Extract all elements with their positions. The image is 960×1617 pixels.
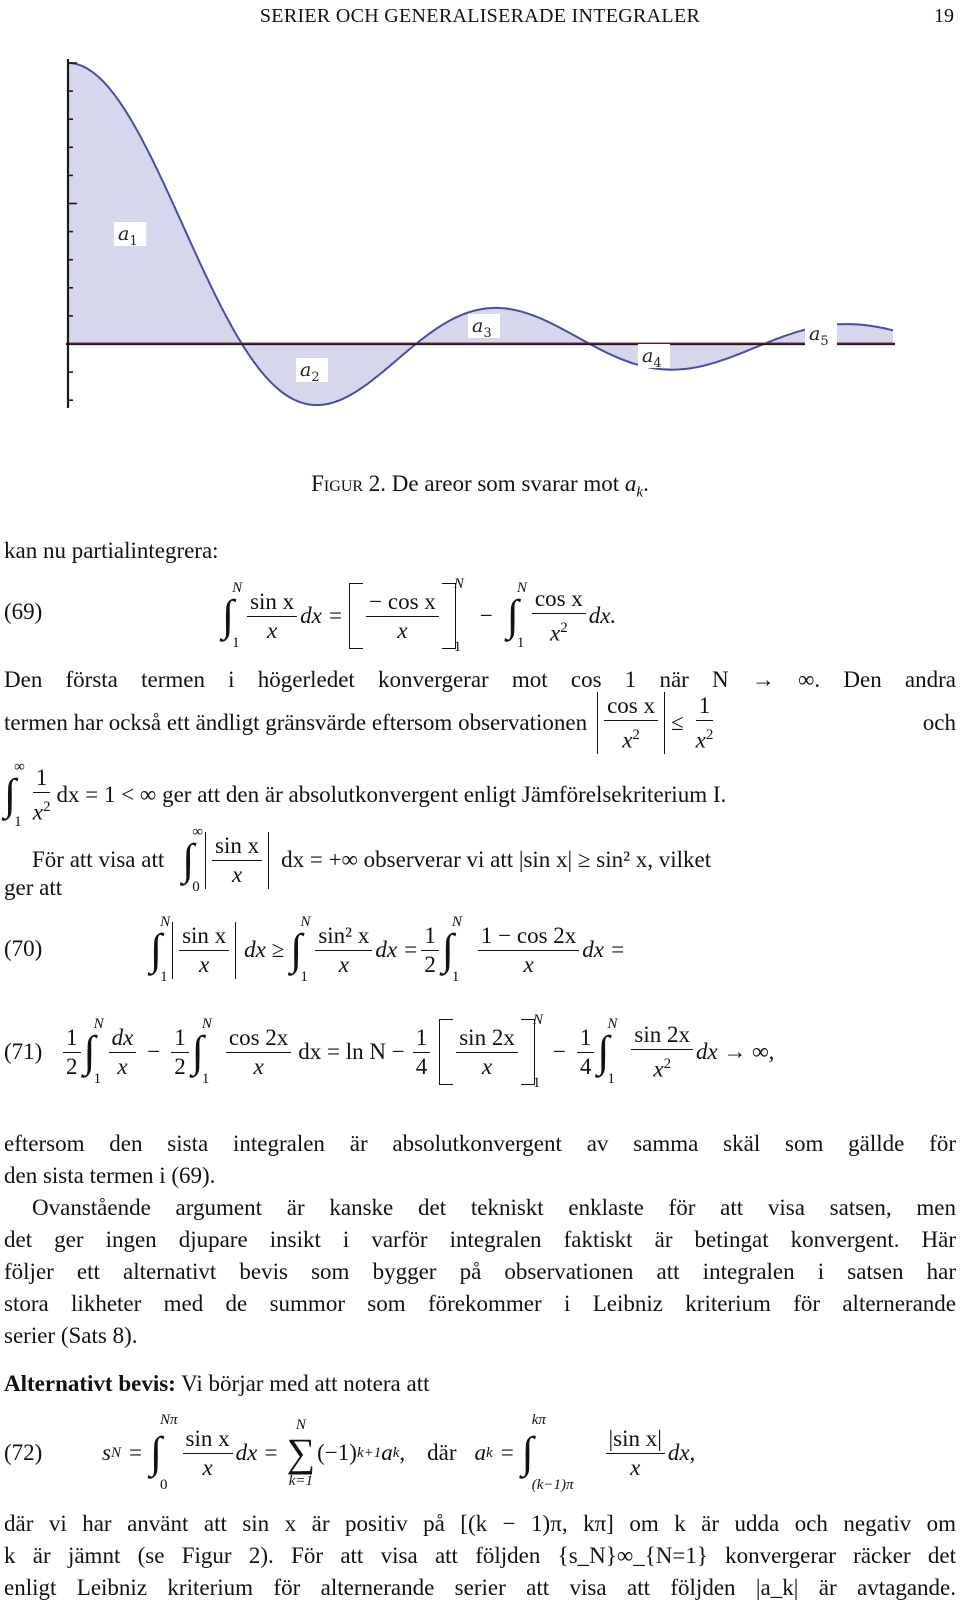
page-number: 19 [934,5,954,27]
paragraph-line: följer ett alternativt bevis som bygger … [4,1259,956,1284]
fraction: 1 − cos 2x x [477,922,580,979]
equation-69: ∫ N1 sin xx dx = − cos xx N1 − ∫ N1 cos … [222,576,616,656]
le-sign: ≤ [671,710,684,735]
eq-text: dx = ln N − [298,1039,405,1064]
fraction: 12 [421,922,439,979]
absolute-value: cos x x2 [597,691,666,755]
eq69-number: (69) [4,599,43,624]
integral-sign: ∫ [290,925,303,974]
figure-caption-text: De areor som svarar mot [391,471,620,496]
fraction: − cos xx [366,588,439,645]
integral-sign: ∫ [521,1428,534,1477]
upper-limit: N [453,576,464,592]
figure-2-plot: a1a2a3a4a5 [66,59,895,408]
area-fill [68,63,893,405]
eq-text: dx ≥ [244,937,285,962]
paragraph-line: eftersom den sista integralen är absolut… [4,1131,956,1156]
text: dx = 1 < ∞ ger att den är absolutkonverg… [56,782,727,807]
equation-70: ∫ N1 sin xx dx ≥ ∫ N1 sin² xx dx = 12 ∫ … [150,914,626,985]
summation: N ∑ k=1 [286,1417,316,1489]
eq-text: dx = [375,937,419,962]
text: ger att [4,875,63,900]
equation-71: 12 ∫ N1 dx x − 12 ∫ N1 cos 2x x dx = ln N … [60,1010,774,1094]
eq-text: dx → ∞, [696,1039,775,1064]
figure-caption-symbol: a [624,471,637,496]
alt-proof-line: Alternativt bevis: Vi börjar med att not… [4,1368,430,1400]
equation-72: sN = ∫ Nπ 0 sin xx dx = N ∑ k=1 (−1) k+1 a k… [102,1412,696,1493]
sigma-icon: ∑ [286,1430,316,1475]
paragraph-line: Ovanstående argument är kanske det tekni… [32,1195,956,1220]
left-bracket [349,583,364,649]
text: termen har också ett ändligt gränsvärde … [4,710,588,735]
eq-text: dx = [582,937,626,962]
paragraph-line: stora likheter med de summor som förekom… [4,1291,956,1316]
paragraph-line-2: termen har också ett ändligt gränsvärde … [4,688,956,758]
eq-text: dx. [588,603,617,628]
integral-sign: ∫ [597,1027,610,1076]
fraction: cos x x2 [531,585,586,648]
fraction: 1 x2 [32,764,51,825]
integral-sign: ∫ [506,591,519,640]
figure-caption-label: Figur 2. [311,471,387,496]
text: dx = +∞ observerar vi att |sin x| ≥ sin²… [281,847,712,872]
fraction: 1 x2 [695,692,714,753]
fraction: sin² xx [315,922,373,979]
alt-proof-heading: Alternativt bevis: [4,1371,176,1396]
integral-sign: ∫ [222,591,235,640]
paragraph-line: enligt Leibniz kriterium för alternerand… [4,1575,956,1600]
paragraph-line: serier (Sats 8). [4,1323,138,1348]
paragraph-line: den sista termen i (69). [4,1163,216,1188]
eq70-number: (70) [4,936,43,961]
paragraph-2-line: För att visa att ∫ ∞ 0 sin xx dx = +∞ obs… [32,818,956,902]
alt-proof-text: Vi börjar med att notera att [181,1371,430,1396]
paragraph-line: där vi har använt att sin x är positiv p… [4,1511,956,1536]
lower-limit: 1 [453,639,462,655]
integral-sign: ∫ [4,770,17,819]
integral-sign: ∫ [149,1428,163,1477]
function-curve [68,62,894,406]
minus-sign: − [479,603,493,628]
fraction: sin xx [247,588,298,645]
integral-sign: ∫ [150,925,163,974]
eq71-number: (71) [4,1039,43,1064]
eq-text: dx = [300,603,344,628]
absolute-value: sin xx [205,831,270,889]
paragraph-line: det ger ingen djupare insikt i varför in… [4,1227,956,1252]
figure-caption-end: . [643,471,649,496]
running-head: SERIER OCH GENERALISERADE INTEGRALER [259,5,701,27]
integral-sign: ∫ [182,835,195,884]
paragraph-line: k är jämnt (se Figur 2). För att visa at… [4,1543,956,1568]
integral-sign: ∫ [441,925,454,974]
integral-sign: ∫ [83,1027,96,1076]
intro-text: kan nu partialintegrera: [4,538,219,563]
absolute-value: sin xx [172,921,237,979]
figure-caption: Figur 2. De areor som svarar mot ak. [0,468,960,509]
text: och [922,710,956,735]
integral-sign: ∫ [191,1027,204,1076]
eq72-number: (72) [4,1440,43,1465]
